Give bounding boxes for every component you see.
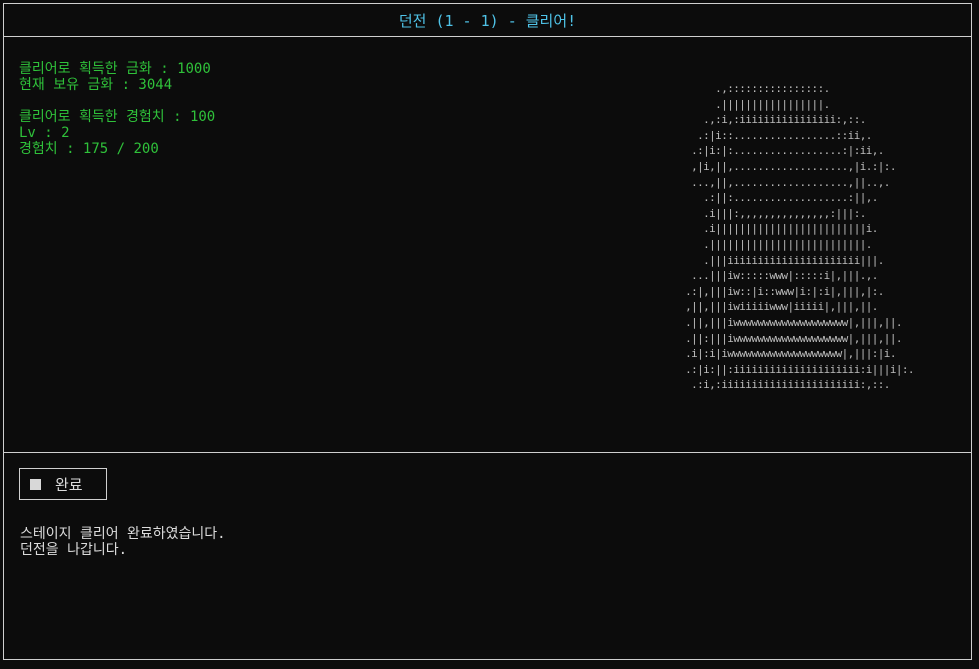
message-line-2: 던전을 나갑니다. <box>20 542 128 558</box>
result-panel: 클리어로 획득한 금화 : 1000 현재 보유 금화 : 3044 클리어로 … <box>4 37 971 453</box>
stats-spacer <box>19 93 215 109</box>
window-title-bar: 던전 (1 - 1) - 클리어! <box>4 4 971 37</box>
gold-earned-text: 클리어로 획득한 금화 : 1000 <box>19 61 211 77</box>
gold-current-text: 현재 보유 금화 : 3044 <box>19 77 173 93</box>
treasure-chest-ascii-art: .,::::::::::::::::. .|||||||||||||||||. … <box>685 82 914 392</box>
window-title: 던전 (1 - 1) - 클리어! <box>398 11 577 30</box>
exp-progress-text: 경험치 : 175 / 200 <box>19 141 159 157</box>
message-line-1: 스테이지 클리어 완료하였습니다. <box>20 526 226 542</box>
complete-button[interactable]: 완료 <box>19 468 107 500</box>
dungeon-window: 던전 (1 - 1) - 클리어! 클리어로 획득한 금화 : 1000 현재 … <box>3 3 972 660</box>
exp-earned-text: 클리어로 획득한 경험치 : 100 <box>19 109 216 125</box>
action-panel: 완료 스테이지 클리어 완료하였습니다. 던전을 나갑니다. <box>4 453 971 659</box>
status-message: 스테이지 클리어 완료하였습니다. 던전을 나갑니다. <box>20 526 226 558</box>
level-text: Lv : 2 <box>19 125 70 141</box>
complete-button-label: 완료 <box>55 475 83 494</box>
square-icon <box>30 478 41 490</box>
reward-stats: 클리어로 획득한 금화 : 1000 현재 보유 금화 : 3044 클리어로 … <box>19 61 215 157</box>
